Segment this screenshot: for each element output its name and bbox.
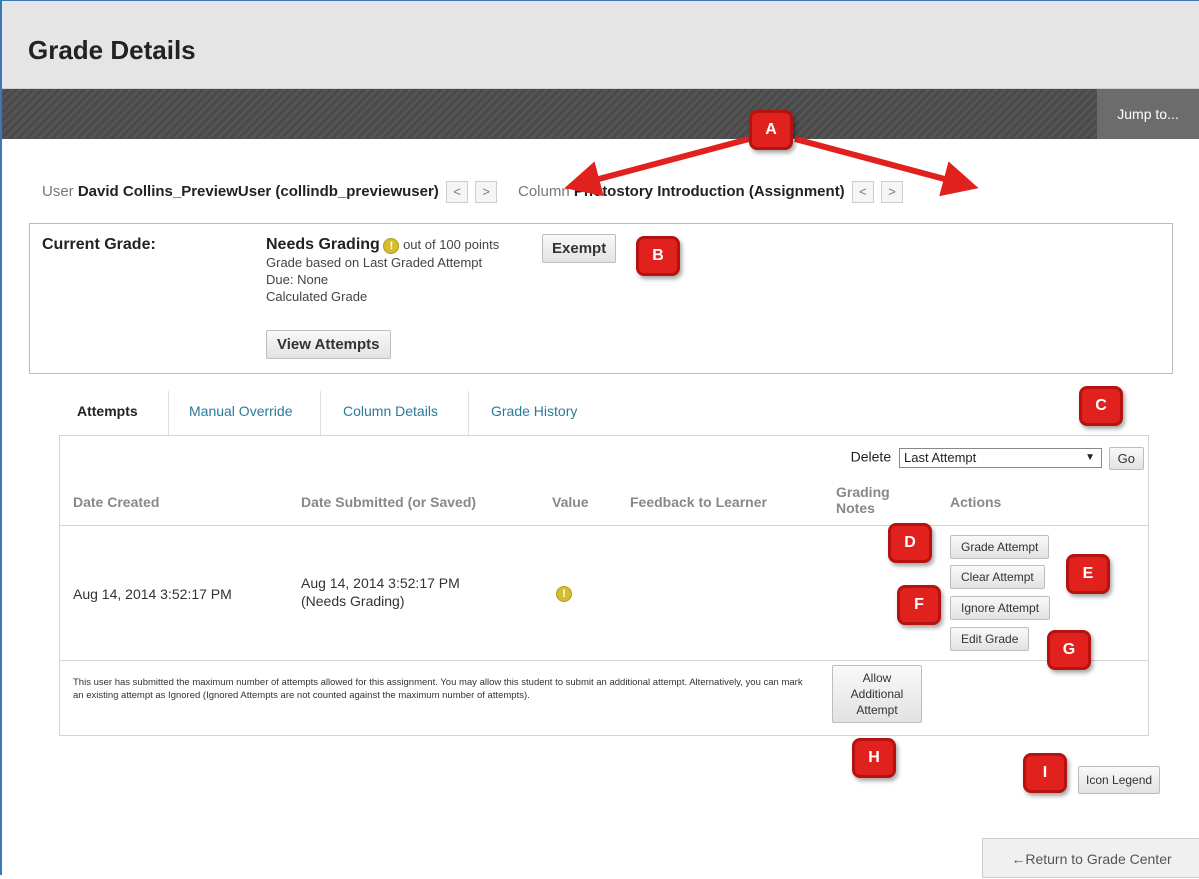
callout-g: G	[1047, 630, 1091, 670]
callout-a-right-arrow	[794, 136, 979, 197]
callout-h: H	[852, 738, 896, 778]
callout-a-left-arrow	[564, 136, 750, 197]
callout-e: E	[1066, 554, 1110, 594]
callout-i: I	[1023, 753, 1067, 793]
callout-a: A	[749, 110, 793, 150]
callout-c: C	[1079, 386, 1123, 426]
callout-d: D	[888, 523, 932, 563]
callout-b: B	[636, 236, 680, 276]
callout-arrows	[564, 136, 979, 197]
callout-f: F	[897, 585, 941, 625]
